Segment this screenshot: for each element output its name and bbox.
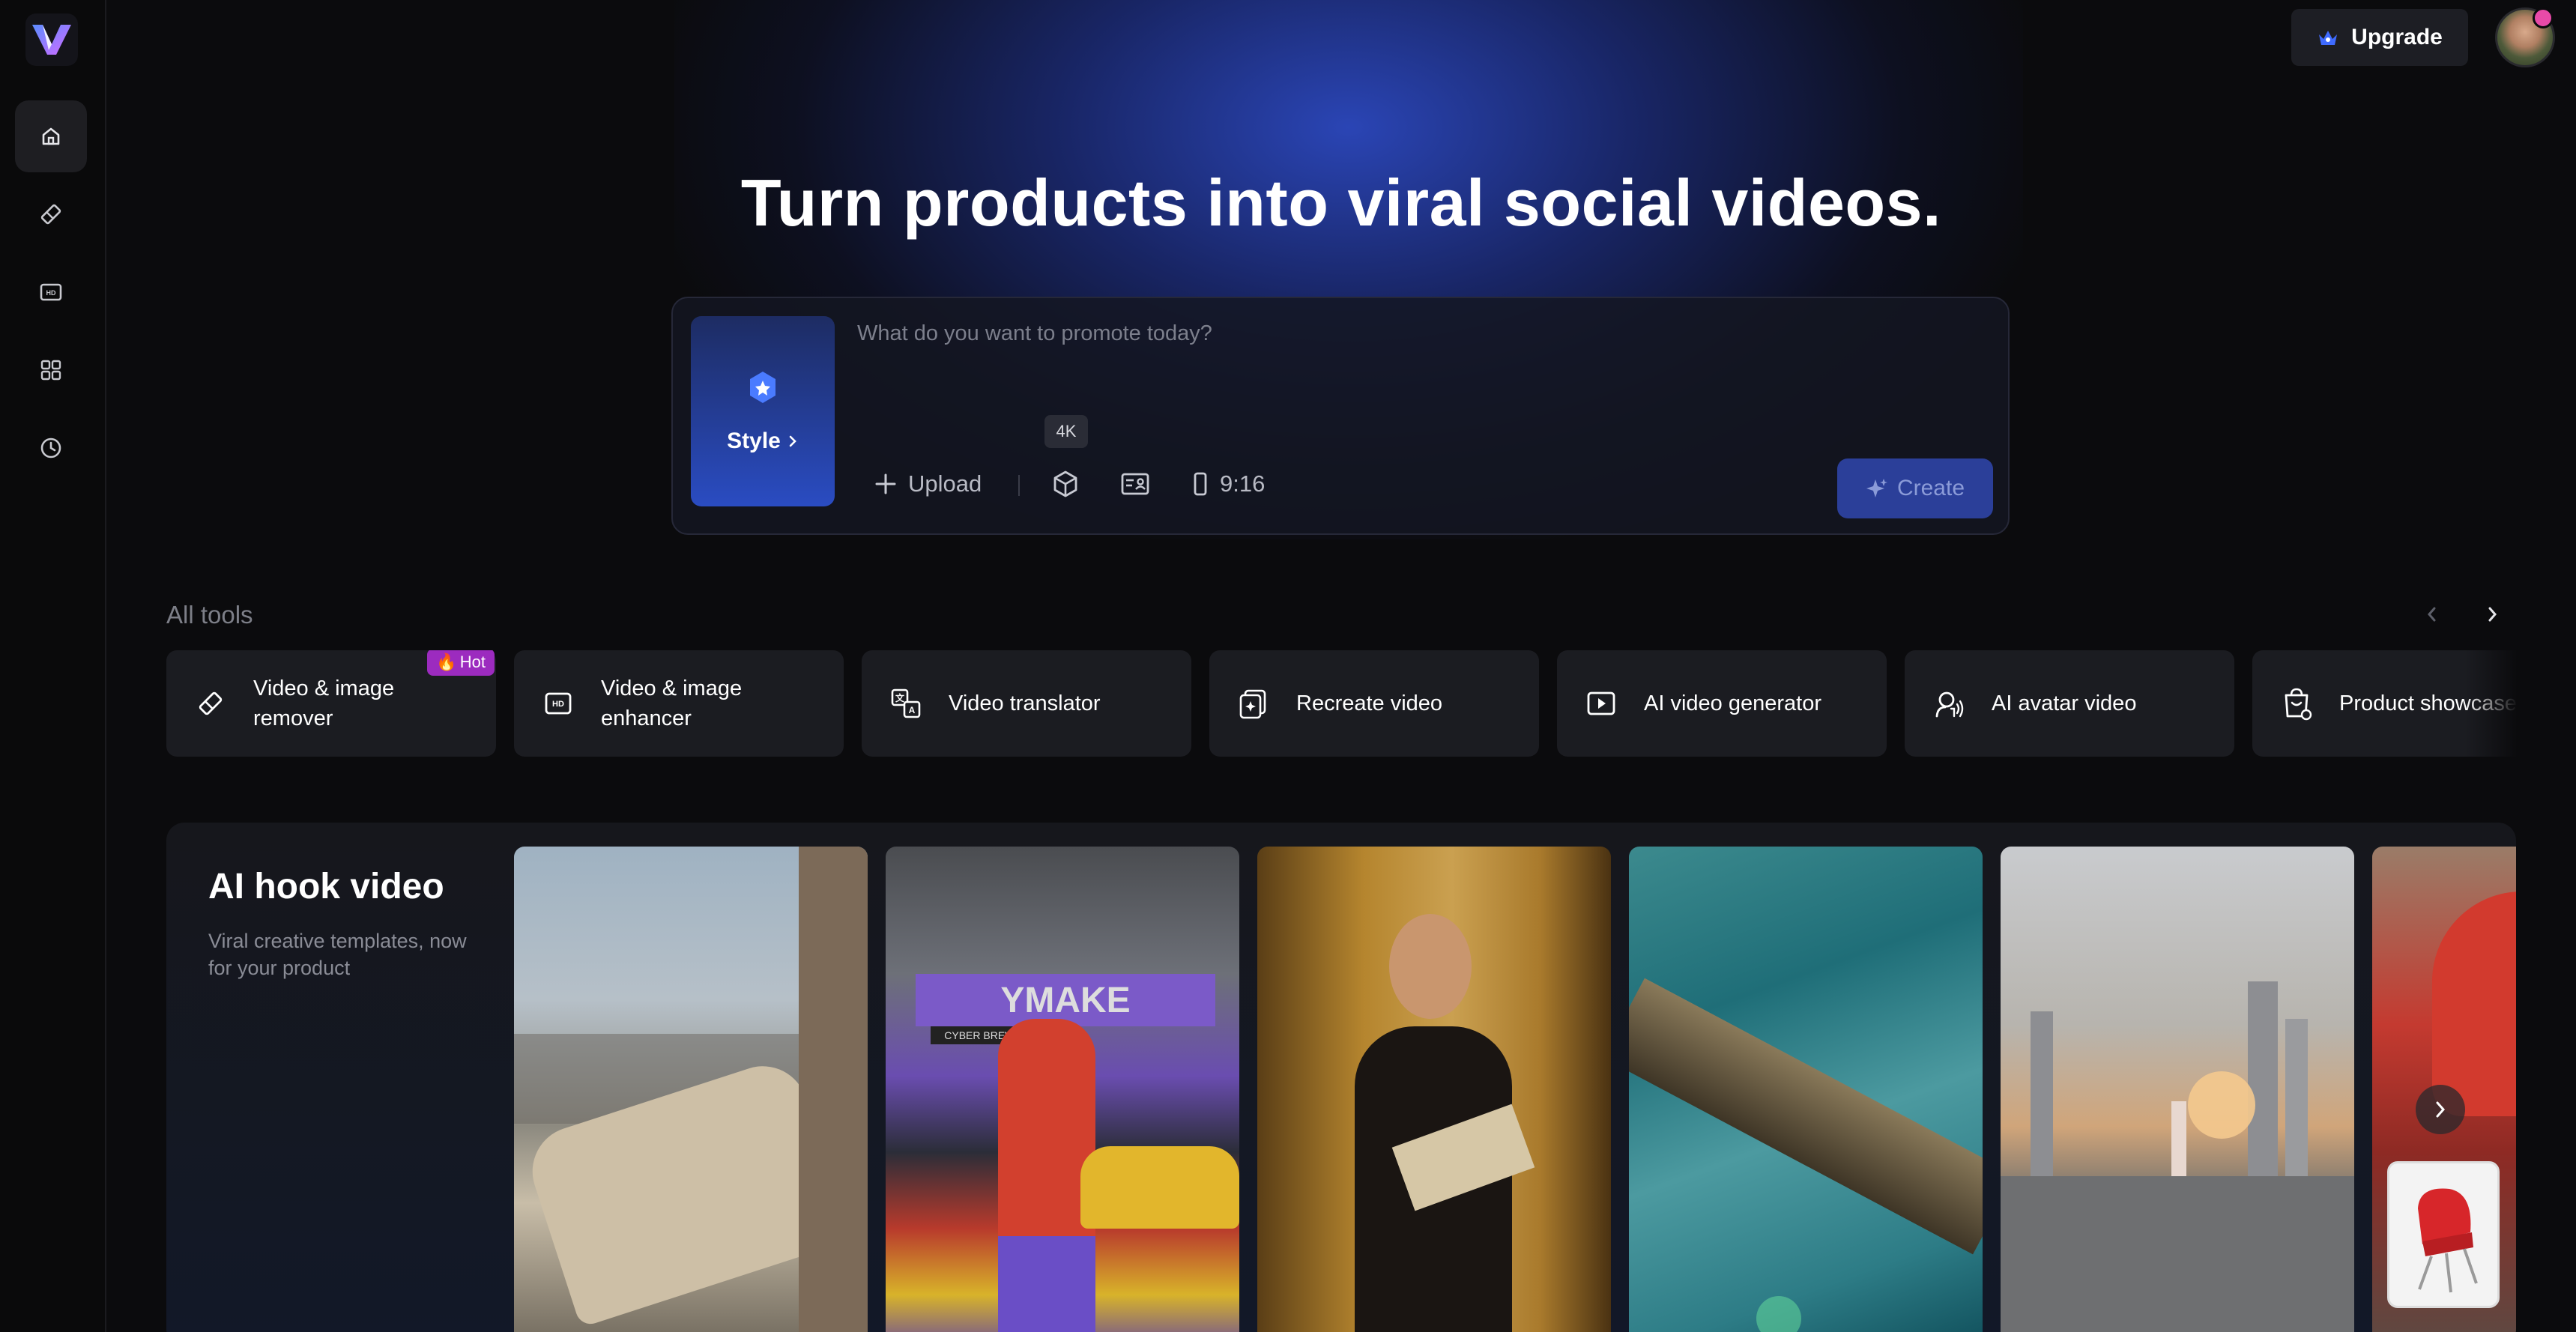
- hook-title: AI hook video: [208, 867, 444, 906]
- tool-card-translator[interactable]: 文A Video translator: [862, 650, 1191, 757]
- tools-prev-button[interactable]: [2419, 601, 2446, 628]
- create-button[interactable]: Create: [1837, 458, 1993, 518]
- tower-shape: [2031, 1011, 2053, 1176]
- chevron-left-icon: [2428, 607, 2436, 622]
- tools-fade: [2465, 650, 2518, 757]
- sign-text: YMAKE: [916, 974, 1215, 1026]
- product-icon: [2285, 688, 2312, 721]
- avatar-icon: [1935, 691, 1964, 718]
- prompt-box: Style Upload 4K 9:16 Create: [671, 297, 2010, 535]
- apps-icon: [40, 360, 61, 381]
- template-thumbnail[interactable]: [514, 847, 868, 1332]
- head-shape: [1389, 914, 1472, 1019]
- hot-label: Hot: [459, 653, 486, 671]
- aspect-ratio-label: 9:16: [1220, 470, 1266, 497]
- sidebar-item-apps[interactable]: [15, 334, 87, 406]
- bench-shape: [1629, 978, 1983, 1255]
- template-thumbnail[interactable]: [2001, 847, 2354, 1332]
- app-logo[interactable]: [25, 13, 78, 66]
- upgrade-label: Upgrade: [2351, 25, 2443, 49]
- tools-section-title: All tools: [166, 601, 253, 629]
- phone-icon: [1194, 472, 1207, 496]
- home-icon: [42, 127, 60, 145]
- sidebar-item-history[interactable]: [15, 412, 87, 484]
- id-card-icon: [1121, 473, 1149, 495]
- cube-icon: [1053, 470, 1077, 497]
- tower-shape: [2248, 981, 2278, 1176]
- tool-label: AI avatar video: [1992, 691, 2137, 715]
- tool-card-avatar-video[interactable]: AI avatar video: [1905, 650, 2234, 757]
- hot-badge: 🔥 Hot: [427, 650, 495, 676]
- building-edge-shape: [799, 847, 868, 1332]
- hd-icon: HD: [545, 692, 572, 715]
- fire-icon: 🔥: [436, 653, 457, 671]
- product-preview-card[interactable]: [2387, 1161, 2500, 1308]
- plus-icon: [875, 473, 896, 494]
- aspect-ratio-button[interactable]: 9:16: [1190, 463, 1265, 505]
- avatar-card-button[interactable]: [1118, 463, 1152, 505]
- toolbar-divider: [1018, 475, 1020, 496]
- pants-shape: [998, 1236, 1095, 1332]
- tool-card-video-generator[interactable]: AI video generator: [1557, 650, 1887, 757]
- sidebar-item-hd[interactable]: HD: [15, 256, 87, 328]
- tools-row: Video & image remover 🔥 Hot HD Video & im…: [166, 650, 2516, 757]
- crown-icon: [2319, 31, 2338, 45]
- avatar-badge: [2533, 7, 2554, 28]
- red-chair-icon: [2418, 1188, 2478, 1293]
- sun-shape: [2188, 1071, 2255, 1139]
- chevron-right-icon: [789, 435, 796, 447]
- play-icon: [1587, 691, 1615, 715]
- quality-tooltip: 4K: [1044, 415, 1088, 448]
- style-label-wrap: Style: [727, 429, 799, 454]
- tool-label: Video & image enhancer: [601, 676, 743, 730]
- tools-next-button[interactable]: [2479, 601, 2506, 628]
- svg-text:文: 文: [895, 692, 905, 703]
- tool-label: Recreate video: [1296, 691, 1443, 715]
- hook-subtitle: Viral creative templates, now for your p…: [208, 930, 467, 979]
- clock-icon: [40, 438, 61, 458]
- template-thumbnail[interactable]: YMAKE CYBER BREWS: [886, 847, 1239, 1332]
- hook-next-button[interactable]: [2416, 1085, 2465, 1134]
- chevron-right-icon: [2436, 1101, 2446, 1118]
- tool-label: Video translator: [949, 691, 1101, 715]
- style-icon: [750, 372, 775, 403]
- upload-label: Upload: [908, 470, 982, 497]
- translate-icon: 文A: [891, 688, 921, 718]
- template-thumbnail[interactable]: [1257, 847, 1611, 1332]
- template-thumbnail[interactable]: [1629, 847, 1983, 1332]
- svg-text:HD: HD: [46, 289, 56, 297]
- quality-button[interactable]: [1049, 463, 1082, 505]
- sparkle-icon: [1866, 479, 1887, 497]
- tool-card-recreate[interactable]: Recreate video: [1209, 650, 1539, 757]
- logo-icon: [32, 25, 71, 55]
- tool-card-enhancer[interactable]: HD Video & image enhancer: [514, 650, 844, 757]
- svg-text:HD: HD: [552, 700, 564, 709]
- create-label: Create: [1896, 476, 1965, 500]
- tower-shape: [2285, 1019, 2308, 1176]
- chevron-right-icon: [2488, 607, 2497, 622]
- upload-button[interactable]: Upload: [872, 463, 982, 505]
- style-label: Style: [727, 429, 781, 453]
- svg-text:A: A: [909, 705, 916, 715]
- taxi-shape: [1080, 1146, 1239, 1229]
- page-title: Turn products into viral social videos.: [740, 166, 1942, 240]
- hd-icon: HD: [40, 283, 62, 301]
- eraser-icon: [199, 691, 223, 715]
- tool-label: AI video generator: [1644, 691, 1821, 715]
- bokeh-shape: [1756, 1296, 1801, 1332]
- upgrade-button[interactable]: Upgrade: [2291, 9, 2468, 66]
- rooftop-shape: [2001, 1176, 2354, 1332]
- sidebar-item-home[interactable]: [15, 100, 87, 172]
- recreate-icon: [1239, 689, 1266, 719]
- person-shape: [2171, 1101, 2186, 1176]
- hook-video-panel: AI hook video Viral creative templates, …: [166, 823, 2516, 1332]
- style-button[interactable]: Style: [691, 316, 835, 506]
- red-chair-shape: [2432, 891, 2516, 1116]
- prompt-input[interactable]: [857, 315, 1906, 352]
- tool-label: Video & image remover: [253, 676, 395, 730]
- tool-card-remover[interactable]: Video & image remover 🔥 Hot: [166, 650, 496, 757]
